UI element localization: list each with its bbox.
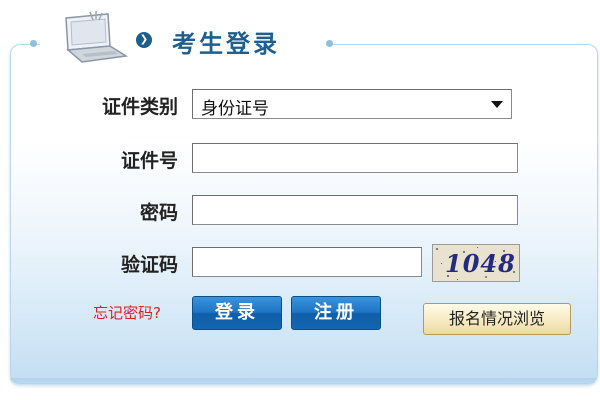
- password-input[interactable]: [193, 196, 517, 224]
- captcha-code: 1048: [445, 249, 516, 278]
- header-dot-right: [326, 40, 333, 47]
- id-number-input[interactable]: [193, 144, 517, 172]
- captcha-label: 验证码: [120, 254, 178, 276]
- captcha-image[interactable]: 1048: [432, 244, 520, 282]
- browse-registration-button[interactable]: 报名情况浏览: [423, 303, 571, 335]
- password-label: 密码: [139, 202, 178, 224]
- id-number-field[interactable]: [192, 143, 518, 173]
- password-field[interactable]: [192, 195, 518, 225]
- id-type-selected-value: 身份证号: [201, 99, 269, 119]
- page-title: 考生登录: [172, 30, 280, 58]
- login-button[interactable]: 登录: [192, 296, 282, 330]
- id-type-label: 证件类别: [101, 96, 178, 118]
- id-number-label: 证件号: [120, 150, 178, 172]
- captcha-field[interactable]: [192, 247, 422, 277]
- panel-shadow: [10, 378, 596, 386]
- register-button[interactable]: 注册: [291, 296, 381, 330]
- laptop-icon: [65, 11, 129, 63]
- id-type-select[interactable]: 身份证号: [192, 89, 512, 119]
- header-dot-left: [30, 40, 37, 47]
- circle-chevron-icon: ❯: [136, 32, 152, 48]
- captcha-input[interactable]: [193, 248, 421, 276]
- chevron-down-icon: [491, 101, 503, 108]
- login-page: ❯ 考生登录 证件类别 身份证号 证件号 密码 验证码 1048 忘记密码? 登…: [0, 0, 600, 400]
- forgot-password-link[interactable]: 忘记密码?: [93, 302, 161, 323]
